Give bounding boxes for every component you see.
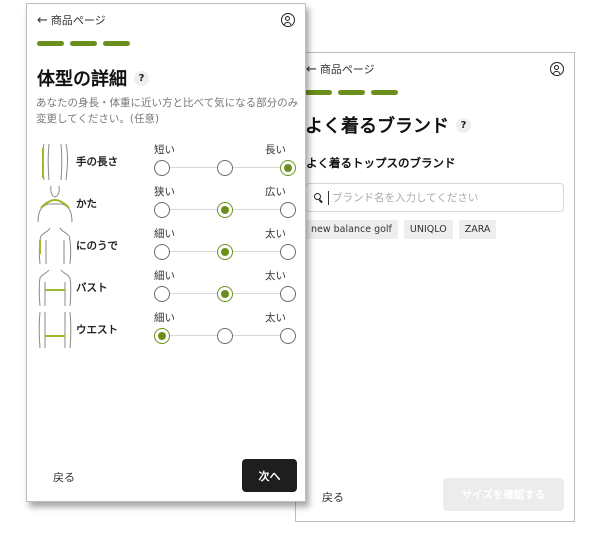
row-min-label: 短い — [154, 144, 175, 156]
brand-title-text: よく着るブランド — [305, 116, 449, 137]
brand-page-title: よく着るブランド ? — [305, 112, 471, 138]
help-icon[interactable]: ? — [456, 117, 471, 133]
row-max-label: 広い — [265, 186, 286, 198]
progress-step — [305, 90, 332, 95]
row-max-label: 長い — [265, 144, 286, 156]
option-radio-mid[interactable] — [217, 286, 233, 302]
waist-row: ウエスト 細い 太い — [36, 310, 298, 350]
shoulder-row: かた 狭い 広い — [36, 184, 298, 224]
progress-step — [37, 41, 64, 46]
bust-row: バスト 細い 太い — [36, 268, 298, 308]
search-icon — [314, 192, 324, 203]
account-icon[interactable] — [550, 62, 564, 76]
arrow-left-icon: ← — [306, 61, 317, 77]
brand-chip[interactable]: UNIQLO — [403, 220, 453, 239]
body-topbar: ← 商品ページ — [37, 10, 295, 30]
help-icon[interactable]: ? — [134, 70, 149, 86]
confirm-size-button[interactable]: サイズを確認する — [443, 478, 564, 511]
option-radio-mid[interactable] — [217, 202, 233, 218]
row-max-label: 太い — [265, 270, 286, 282]
row-label: バスト — [76, 282, 108, 294]
brand-progress-bar — [305, 90, 398, 95]
option-radio-high[interactable] — [280, 286, 296, 302]
row-label: にのうで — [76, 240, 118, 252]
body-back-button[interactable]: 戻る — [53, 469, 75, 485]
body-progress-bar — [37, 41, 130, 46]
option-radio-high[interactable] — [280, 328, 296, 344]
brand-chip[interactable]: ZARA — [458, 220, 497, 239]
body-shape-screen: ← 商品ページ 体型の詳細 ? あなたの身長・体重に近い方と比べて気になる部分の… — [26, 3, 306, 502]
brand-chip[interactable]: new balance golf — [305, 220, 398, 239]
row-min-label: 狭い — [154, 186, 175, 198]
upper-arm-row: にのうで 細い 太い — [36, 226, 298, 266]
body-description: あなたの身長・体重に近い方と比べて気になる部分のみ変更してください。(任意) — [36, 97, 299, 125]
option-radio-mid[interactable] — [217, 244, 233, 260]
brand-screen: ← 商品ページ よく着るブランド ? よく着るトップスのブランド new bal… — [295, 52, 575, 522]
brand-search-input[interactable] — [328, 190, 552, 205]
option-radio-high[interactable] — [280, 202, 296, 218]
row-label: 手の長さ — [76, 156, 118, 168]
row-max-label: 太い — [265, 312, 286, 324]
body-title-text: 体型の詳細 — [37, 69, 127, 90]
option-radio-low[interactable] — [154, 160, 170, 176]
row-min-label: 細い — [154, 228, 175, 240]
account-icon[interactable] — [281, 13, 295, 27]
body-page-title: 体型の詳細 ? — [37, 65, 149, 91]
shoulder-figure-icon — [37, 185, 73, 223]
progress-step — [70, 41, 97, 46]
option-radio-high[interactable] — [280, 160, 296, 176]
upper-arm-figure-icon — [38, 227, 72, 265]
arm-length-row: 手の長さ 短い 長い — [36, 142, 298, 182]
progress-step — [103, 41, 130, 46]
option-radio-low[interactable] — [154, 328, 170, 344]
brand-back-button[interactable]: 戻る — [322, 489, 344, 505]
option-radio-mid[interactable] — [217, 328, 233, 344]
waist-figure-icon — [38, 311, 72, 349]
brand-subtitle: よく着るトップスのブランド — [306, 156, 456, 170]
progress-step — [371, 90, 398, 95]
row-min-label: 細い — [154, 270, 175, 282]
next-button[interactable]: 次へ — [242, 459, 297, 492]
arm-figure-icon — [42, 143, 68, 181]
row-min-label: 細い — [154, 312, 175, 324]
brand-chips: new balance golf UNIQLO ZARA — [305, 220, 497, 239]
option-radio-mid[interactable] — [217, 160, 233, 176]
option-radio-low[interactable] — [154, 286, 170, 302]
brand-back-link-label: 商品ページ — [319, 63, 375, 76]
option-radio-high[interactable] — [280, 244, 296, 260]
arrow-left-icon: ← — [37, 12, 48, 28]
progress-step — [338, 90, 365, 95]
brand-topbar: ← 商品ページ — [306, 59, 564, 79]
option-radio-low[interactable] — [154, 202, 170, 218]
row-max-label: 太い — [265, 228, 286, 240]
body-back-link-label: 商品ページ — [50, 14, 106, 27]
body-back-link[interactable]: ← 商品ページ — [37, 12, 106, 28]
option-radio-low[interactable] — [154, 244, 170, 260]
brand-search-box[interactable] — [305, 183, 564, 212]
row-label: ウエスト — [76, 324, 118, 336]
bust-figure-icon — [38, 269, 72, 307]
brand-back-link[interactable]: ← 商品ページ — [306, 61, 375, 77]
row-label: かた — [76, 198, 97, 210]
